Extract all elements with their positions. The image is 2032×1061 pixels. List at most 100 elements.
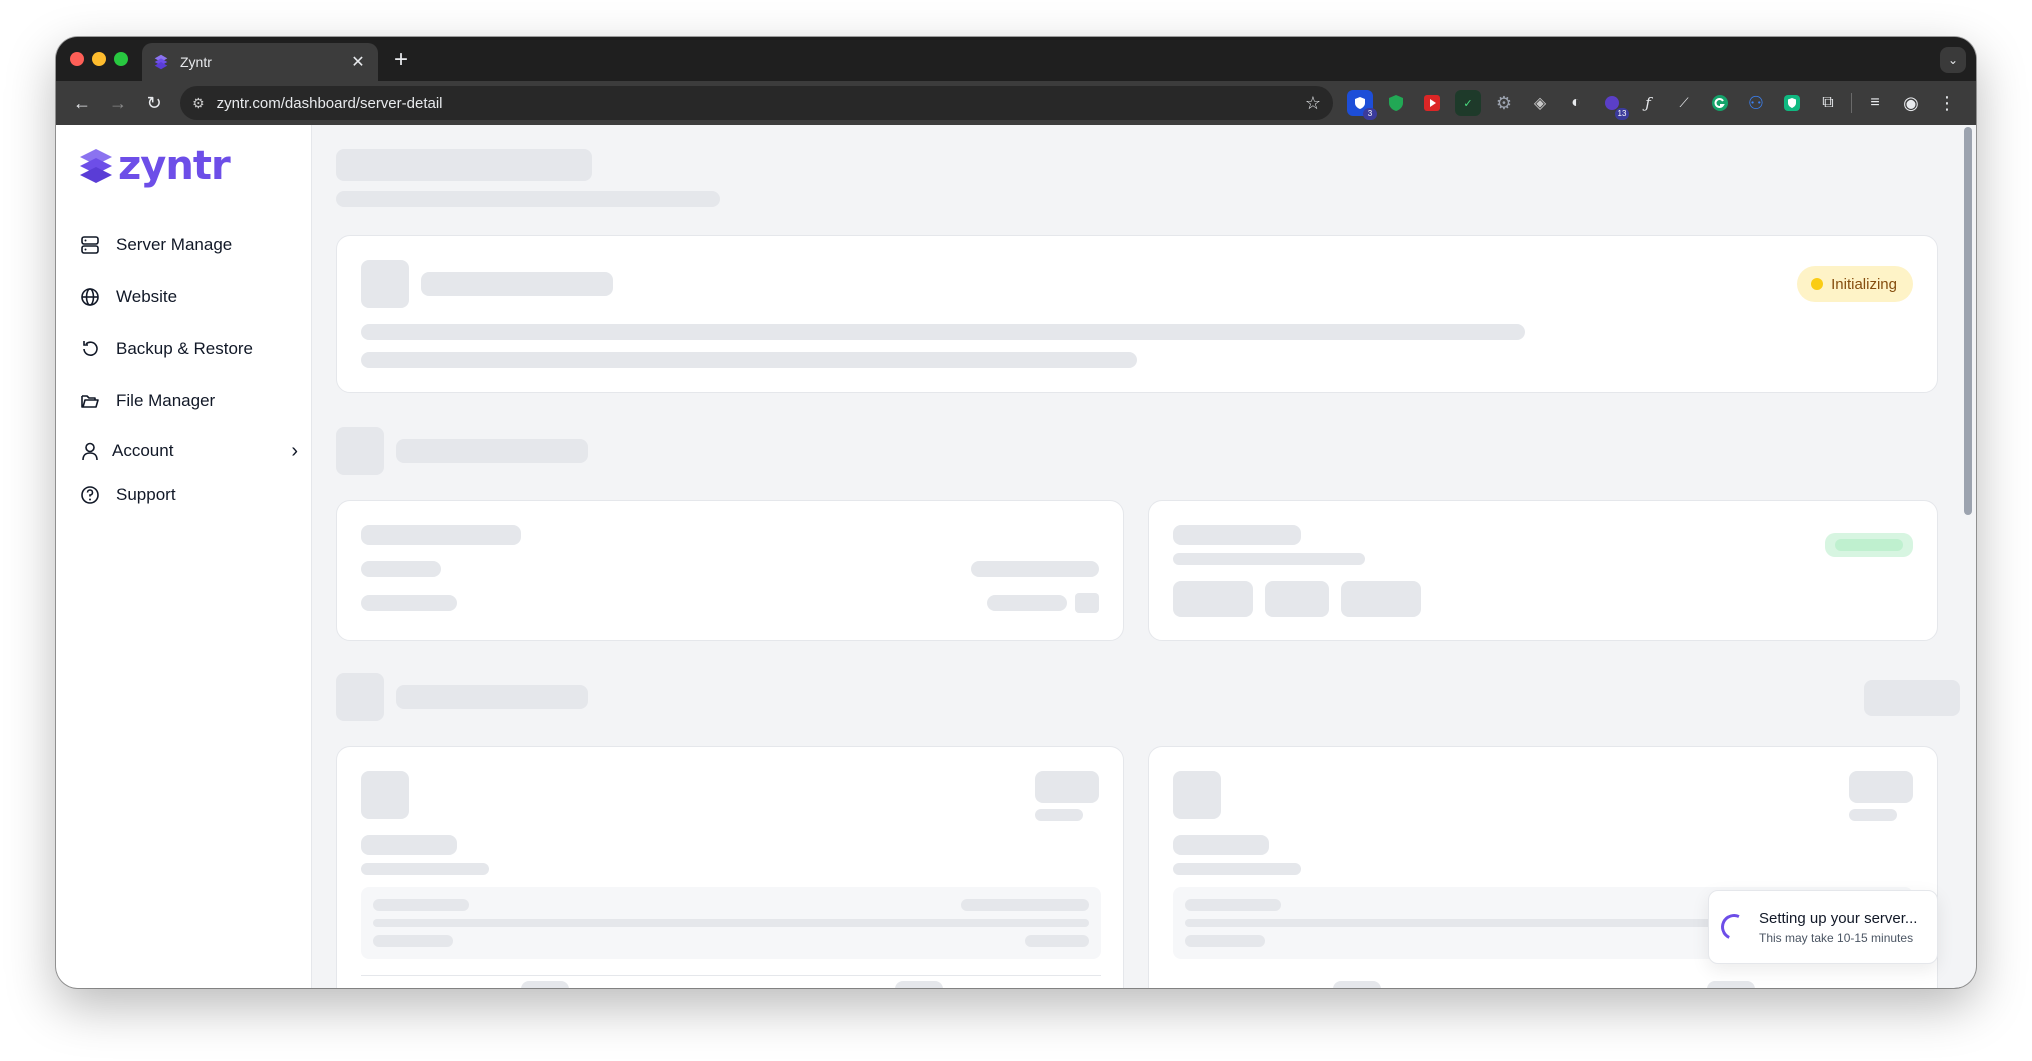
toolbar-divider xyxy=(1851,93,1852,113)
restore-icon xyxy=(78,337,102,361)
toast-title: Setting up your server... xyxy=(1759,909,1918,927)
skeleton-card-caption xyxy=(1035,809,1083,821)
info-card-right xyxy=(1148,500,1938,641)
skeleton-page-title xyxy=(336,149,592,181)
skeleton-status-pill xyxy=(1825,533,1913,557)
skeleton-line xyxy=(373,899,469,911)
tab-search-chevron-icon[interactable]: ⌄ xyxy=(1940,47,1966,73)
skeleton-section-icon xyxy=(336,427,384,475)
skeleton-server-icon xyxy=(361,260,409,308)
skeleton-line xyxy=(895,981,943,988)
skeleton-page-subtitle xyxy=(336,191,720,207)
extension-red-icon[interactable] xyxy=(1419,90,1445,116)
skeleton-button xyxy=(1265,581,1329,617)
skeleton-server-name xyxy=(421,272,613,296)
skeleton-line xyxy=(361,561,441,577)
puzzle-icon[interactable]: ⧉ xyxy=(1815,90,1841,116)
maximize-window-button[interactable] xyxy=(114,52,128,66)
tab-strip: Zyntr ✕ + ⌄ xyxy=(56,37,1976,81)
pen-icon[interactable]: ⟋ xyxy=(1671,90,1697,116)
close-window-button[interactable] xyxy=(70,52,84,66)
page-viewport: zyntr Server Manage Website Backup & Res… xyxy=(56,125,1976,988)
bookmark-star-icon[interactable]: ☆ xyxy=(1305,93,1321,114)
sidebar-item-backup-restore[interactable]: Backup & Restore xyxy=(78,323,298,375)
extensions-row: 3 ✓ ⚙ ◈ ◐ 13 ƒ ⟋ ⚇ ⧉ ≡ ◉ ⋮ xyxy=(1347,90,1960,120)
sidebar-item-label: File Manager xyxy=(116,391,216,410)
resource-card-left xyxy=(336,746,1124,988)
sidebar-item-server-manage[interactable]: Server Manage xyxy=(78,219,298,271)
extension-adblock-icon[interactable] xyxy=(1383,90,1409,116)
page-scrollbar[interactable] xyxy=(1960,125,1976,988)
url-text[interactable]: zyntr.com/dashboard/server-detail xyxy=(217,95,1305,112)
browser-window: Zyntr ✕ + ⌄ ← → ↻ ⚙ zyntr.com/dashboard/… xyxy=(56,37,1976,988)
sidebar-item-label: Backup & Restore xyxy=(116,339,254,358)
forward-arrow-icon[interactable]: → xyxy=(100,85,136,121)
extension-w-icon[interactable]: ✓ xyxy=(1455,90,1481,116)
skeleton-section-action xyxy=(1864,680,1960,716)
extension-teal-shield-icon[interactable] xyxy=(1779,90,1805,116)
loading-spinner-icon xyxy=(1717,910,1751,944)
address-bar[interactable]: ⚙ zyntr.com/dashboard/server-detail ☆ xyxy=(180,86,1333,120)
toast-text: Setting up your server... This may take … xyxy=(1759,910,1917,945)
chevron-right-icon[interactable]: › xyxy=(291,440,298,463)
skeleton-line xyxy=(1707,981,1755,988)
extension-badge: 13 xyxy=(1615,108,1629,120)
skeleton-line xyxy=(361,835,457,855)
skeleton-inner-panel xyxy=(361,887,1101,959)
skeleton-line xyxy=(361,352,1137,368)
sidebar-item-support[interactable]: Support xyxy=(78,473,298,517)
scrollbar-thumb[interactable] xyxy=(1964,127,1972,515)
swirl-icon[interactable]: ◐ xyxy=(1563,90,1589,116)
formula-icon[interactable]: ƒ xyxy=(1635,90,1661,116)
reload-icon[interactable]: ↻ xyxy=(136,85,172,121)
skeleton-card-value xyxy=(1849,771,1913,803)
extension-badge: 3 xyxy=(1363,108,1377,120)
grammarly-icon[interactable] xyxy=(1707,90,1733,116)
status-label: Initializing xyxy=(1831,275,1897,293)
tab-close-icon[interactable]: ✕ xyxy=(348,52,368,72)
skeleton-card-value xyxy=(1035,771,1099,803)
skeleton-copy-icon xyxy=(1075,593,1099,613)
status-badge: Initializing xyxy=(1797,266,1913,302)
folder-icon xyxy=(78,389,102,413)
skeleton-line xyxy=(521,981,569,988)
skeleton-card-icon xyxy=(1173,771,1221,819)
skeleton-status-pill-fill xyxy=(1835,539,1903,551)
skeleton-progress xyxy=(373,919,1089,927)
extension-shield-icon[interactable]: 3 xyxy=(1347,90,1377,120)
globe-icon xyxy=(78,285,102,309)
sidebar-item-label: Support xyxy=(116,485,176,504)
minimize-window-button[interactable] xyxy=(92,52,106,66)
sidebar-item-label: Server Manage xyxy=(116,235,233,254)
plus-icon[interactable]: + xyxy=(386,45,416,75)
extension-purple-icon[interactable]: 13 xyxy=(1599,90,1629,120)
zyntr-favicon-icon xyxy=(154,54,168,70)
browser-tab[interactable]: Zyntr ✕ xyxy=(142,43,378,81)
skeleton-line xyxy=(1185,899,1281,911)
info-card-left xyxy=(336,500,1124,641)
skeleton-section-icon xyxy=(336,673,384,721)
reading-list-icon[interactable]: ≡ xyxy=(1862,90,1888,116)
profile-icon[interactable]: ◉ xyxy=(1898,90,1924,116)
sidebar-item-website[interactable]: Website xyxy=(78,271,298,323)
back-arrow-icon[interactable]: ← xyxy=(64,85,100,121)
site-settings-icon[interactable]: ⚙ xyxy=(192,95,205,112)
sidebar-item-label: Account xyxy=(112,441,174,460)
people-icon[interactable]: ⚇ xyxy=(1743,90,1769,116)
play-square-icon xyxy=(1424,95,1440,111)
card-divider xyxy=(361,975,1101,976)
teal-shield-icon xyxy=(1784,95,1800,111)
diamond-icon[interactable]: ◈ xyxy=(1527,90,1553,116)
skeleton-line xyxy=(361,525,521,545)
gear-icon[interactable]: ⚙ xyxy=(1491,90,1517,116)
skeleton-line xyxy=(1185,935,1265,947)
browser-toolbar: ← → ↻ ⚙ zyntr.com/dashboard/server-detai… xyxy=(56,81,1976,125)
skeleton-line xyxy=(1025,935,1089,947)
skeleton-button xyxy=(1173,581,1253,617)
sidebar-item-file-manager[interactable]: File Manager xyxy=(78,375,298,427)
zyntr-logo[interactable]: zyntr xyxy=(78,143,231,189)
more-vertical-icon[interactable]: ⋮ xyxy=(1934,90,1960,116)
setup-toast: Setting up your server... This may take … xyxy=(1708,890,1938,964)
sidebar-item-account[interactable]: Account › xyxy=(78,429,298,473)
skeleton-section-title xyxy=(396,439,588,463)
